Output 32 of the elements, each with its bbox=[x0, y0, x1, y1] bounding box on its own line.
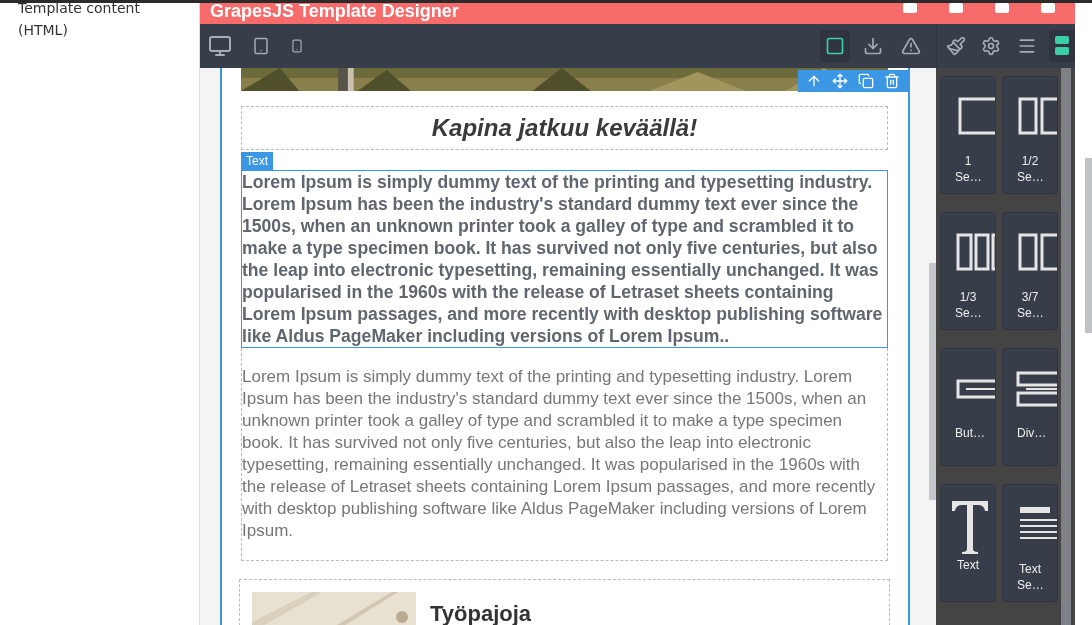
section-title: Työpajoja bbox=[429, 600, 532, 625]
panel-scrollbar[interactable] bbox=[1061, 68, 1071, 625]
block-card[interactable]: Text Se… bbox=[1002, 484, 1058, 602]
square-icon bbox=[825, 36, 845, 56]
block-card[interactable]: 1 Se… bbox=[940, 76, 996, 194]
app-title: GrapesJS Template Designer bbox=[210, 3, 459, 20]
block-card[interactable]: Div… bbox=[1002, 348, 1058, 466]
mobile-icon[interactable] bbox=[290, 39, 304, 53]
tablet-icon[interactable] bbox=[252, 37, 270, 55]
blocks-icon[interactable] bbox=[1054, 36, 1069, 56]
block-card[interactable]: Text bbox=[940, 484, 996, 602]
select-parent-icon[interactable] bbox=[806, 73, 822, 89]
canvas-scrollbar[interactable] bbox=[929, 263, 936, 500]
download-icon[interactable] bbox=[863, 36, 883, 56]
page-scrollbar[interactable] bbox=[1085, 158, 1092, 333]
block-card[interactable]: 1/3 Se… bbox=[940, 212, 996, 330]
delete-icon[interactable] bbox=[884, 73, 900, 89]
sidebar-label: Template content (HTML) bbox=[18, 0, 141, 40]
copy-icon[interactable] bbox=[858, 73, 874, 89]
settings-icon[interactable] bbox=[981, 36, 1002, 56]
desktop-icon[interactable] bbox=[208, 34, 232, 58]
block-card[interactable]: 3/7 Se… bbox=[1002, 212, 1058, 330]
visibility-button[interactable] bbox=[820, 30, 850, 62]
article-heading: Kapina jatkuu keväällä! bbox=[431, 114, 698, 142]
brush-icon[interactable] bbox=[946, 36, 967, 56]
block-card[interactable]: But… bbox=[940, 348, 996, 466]
bold-paragraph: Lorem Ipsum is simply dummy text of the printing and typesetting industry. Lorem Ipsum has been the industry's standard dummy text ever since the 1500s, when an unknown printer took a galley of type and scrambled it to make a type specimen book. It has survived not only five centuries, but also the leap into electronic typesetting, remaining essentially unchanged. It was popularised in the 1960s with the release of Letraset sheets containing Lorem Ipsum passages, and more recently with desktop publishing software like Aldus PageMaker including versions of Lorem Ipsum.. bbox=[242, 171, 884, 347]
warning-icon[interactable] bbox=[901, 36, 921, 56]
block-card[interactable]: 1/2 Se… bbox=[1002, 76, 1058, 194]
component-label: Text bbox=[241, 152, 273, 170]
move-icon[interactable] bbox=[832, 73, 848, 89]
paragraph: Lorem Ipsum is simply dummy text of the printing and typesetting industry. Lorem Ipsum has been the industry's standard dummy text ever since the 1500s, when an unknown printer took a galley of type and scrambled it to make a type specimen book. It has survived not only five centuries, but also the leap into electronic typesetting, remaining essentially unchanged. It was popularised in the 1960s with the release of Letraset sheets containing Lorem Ipsum passages, and more recently with desktop publishing software like Aldus PageMaker including versions of Lorem Ipsum. bbox=[242, 366, 877, 542]
